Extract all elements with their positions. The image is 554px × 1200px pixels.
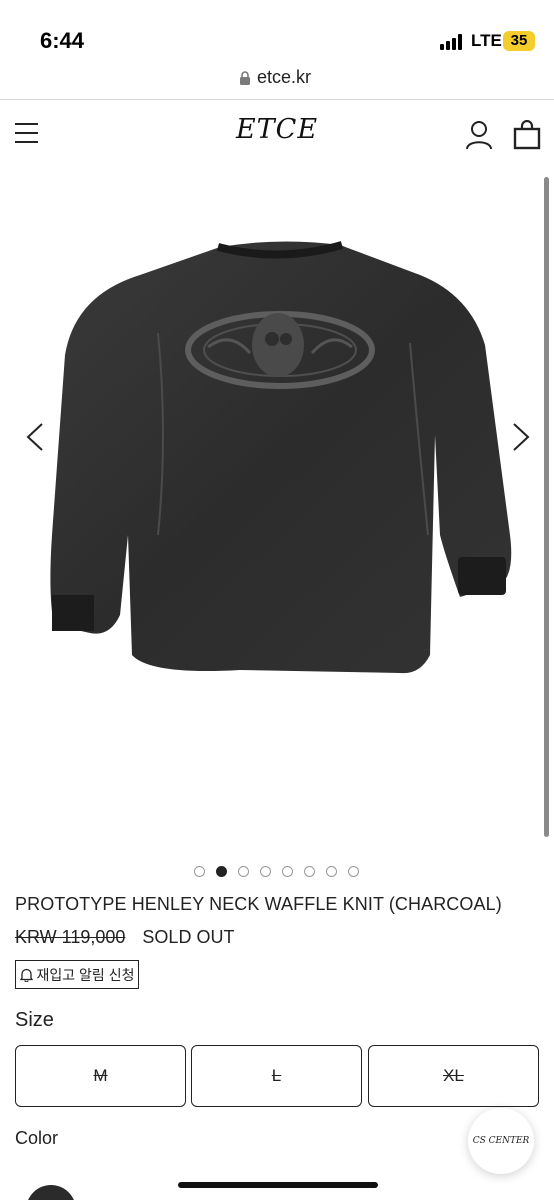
url-bar[interactable]: etce.kr xyxy=(0,62,554,100)
size-option-l[interactable]: L xyxy=(191,1045,362,1107)
chevron-left-icon[interactable] xyxy=(22,420,48,454)
status-bar: 6:44 LTE 35 xyxy=(0,0,554,60)
cs-center-button[interactable]: CS CENTER xyxy=(468,1108,534,1174)
size-option-m[interactable]: M xyxy=(15,1045,186,1107)
home-indicator[interactable] xyxy=(178,1182,378,1188)
carousel-dot[interactable] xyxy=(304,866,315,877)
size-option-label: L xyxy=(271,1066,282,1085)
chevron-right-icon[interactable] xyxy=(508,420,534,454)
url-text[interactable]: etce.kr xyxy=(257,67,311,88)
sold-out-label: SOLD OUT xyxy=(142,927,235,947)
lock-icon xyxy=(240,71,250,85)
bell-icon xyxy=(19,968,33,982)
product-title: PROTOTYPE HENLEY NECK WAFFLE KNIT (CHARC… xyxy=(15,894,502,914)
carousel-dot[interactable] xyxy=(348,866,359,877)
size-option-xl[interactable]: XL xyxy=(368,1045,539,1107)
scrollbar[interactable] xyxy=(544,177,549,837)
original-price: KRW 119,000 xyxy=(15,927,126,947)
color-label: Color xyxy=(15,1128,59,1148)
size-label: Size xyxy=(15,1009,54,1031)
carousel-dot[interactable] xyxy=(326,866,337,877)
price-row: KRW 119,000 SOLD OUT xyxy=(15,927,234,948)
carousel-dot[interactable] xyxy=(194,866,205,877)
restock-alert-label: 재입고 알림 신청 xyxy=(36,966,135,983)
carousel-dots xyxy=(0,866,554,878)
cs-center-label: CS CENTER xyxy=(472,1136,530,1146)
shopping-bag-icon[interactable] xyxy=(513,120,541,150)
size-option-label: M xyxy=(93,1066,108,1085)
product-carousel[interactable] xyxy=(0,175,554,855)
user-icon[interactable] xyxy=(465,120,493,150)
battery-icon: 35 xyxy=(503,31,535,51)
carousel-dot[interactable] xyxy=(282,866,293,877)
carousel-dot[interactable] xyxy=(260,866,271,877)
status-time: 6:44 xyxy=(40,28,85,53)
carousel-dot[interactable] xyxy=(238,866,249,877)
carousel-dot-active[interactable] xyxy=(216,866,227,877)
product-image xyxy=(50,241,512,674)
signal-icon xyxy=(440,34,466,50)
site-header: ETCE xyxy=(0,100,554,170)
color-swatch-charcoal[interactable] xyxy=(26,1185,76,1200)
restock-alert-button[interactable]: 재입고 알림 신청 xyxy=(15,960,139,989)
size-option-label: XL xyxy=(443,1066,464,1085)
network-type: LTE xyxy=(471,31,502,50)
